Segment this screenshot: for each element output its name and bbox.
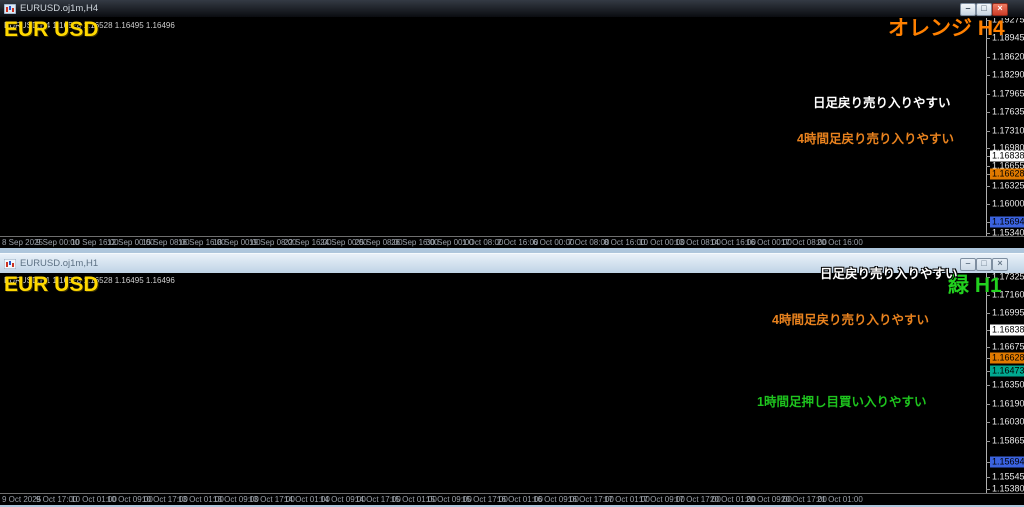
price-axis-label: 1.17310: [992, 125, 1024, 136]
price-axis-label: 1.16325: [992, 180, 1024, 191]
restore-button[interactable]: □: [976, 258, 992, 271]
price-axis-label: 1.15865: [992, 435, 1024, 446]
bottom-annotation-2: 1時間足押し目買い入りやすい: [757, 395, 927, 409]
h4-corner-label: オレンジ H4: [888, 17, 1005, 40]
h1-chart-plot-area[interactable]: [0, 272, 1024, 505]
price-axis-label: 1.15694: [990, 216, 1024, 228]
h1-symbol-label: EUR USD: [4, 273, 99, 296]
minimize-button[interactable]: –: [960, 3, 976, 16]
mt4-workspace: EURUSD.oj1m,H4 – □ × EURUSD.oj1m,H1 – □ …: [0, 0, 1024, 507]
close-button[interactable]: ×: [992, 3, 1008, 16]
h1-timeaxis-separator: [0, 493, 1024, 494]
price-axis-label: 1.15694: [990, 456, 1024, 468]
h1-priceaxis-separator: [986, 272, 987, 493]
price-axis-label: 1.17965: [992, 88, 1024, 99]
window-title-h4: EURUSD.oj1m,H4: [20, 3, 99, 14]
price-axis-label: 1.16995: [992, 307, 1024, 318]
restore-button[interactable]: □: [976, 3, 992, 16]
h4-symbol-label: EUR USD: [4, 18, 99, 41]
price-axis-label: 1.16030: [992, 416, 1024, 427]
close-button[interactable]: ×: [992, 258, 1008, 271]
price-axis-label: 1.16628: [990, 352, 1024, 364]
price-axis-label: 1.18290: [992, 69, 1024, 80]
price-axis-label: 1.16000: [992, 198, 1024, 209]
chart-icon: [3, 3, 17, 14]
minimize-button[interactable]: –: [960, 258, 976, 271]
time-axis-label: 20 Oct 16:00: [817, 238, 863, 247]
time-axis-label: 21 Oct 01:00: [817, 495, 863, 504]
price-axis-label: 1.15340: [992, 227, 1024, 238]
chart-window-h4-titlebar[interactable]: EURUSD.oj1m,H4 – □ ×: [0, 0, 1024, 18]
price-axis-label: 1.16190: [992, 398, 1024, 409]
price-axis-label: 1.15545: [992, 471, 1024, 482]
bottom-annotation-0: 日足戻り売り入りやすい: [820, 267, 958, 281]
bottom-annotation-1: 4時間足戻り売り入りやすい: [772, 313, 929, 327]
window-title-h1: EURUSD.oj1m,H1: [20, 258, 99, 269]
price-axis-label: 1.15380: [992, 483, 1024, 494]
h4-timeaxis-separator: [0, 236, 1024, 237]
price-axis-label: 1.16675: [992, 341, 1024, 352]
price-axis-label: 1.16473: [990, 365, 1024, 377]
top-annotation-0: 日足戻り売り入りやすい: [813, 96, 951, 110]
price-axis-label: 1.18620: [992, 51, 1024, 62]
price-axis-label: 1.16838: [990, 324, 1024, 336]
chart-icon: [3, 258, 17, 269]
price-axis-label: 1.16628: [990, 168, 1024, 180]
price-axis-label: 1.16350: [992, 379, 1024, 390]
top-annotation-1: 4時間足戻り売り入りやすい: [797, 132, 954, 146]
price-axis-label: 1.17635: [992, 106, 1024, 117]
